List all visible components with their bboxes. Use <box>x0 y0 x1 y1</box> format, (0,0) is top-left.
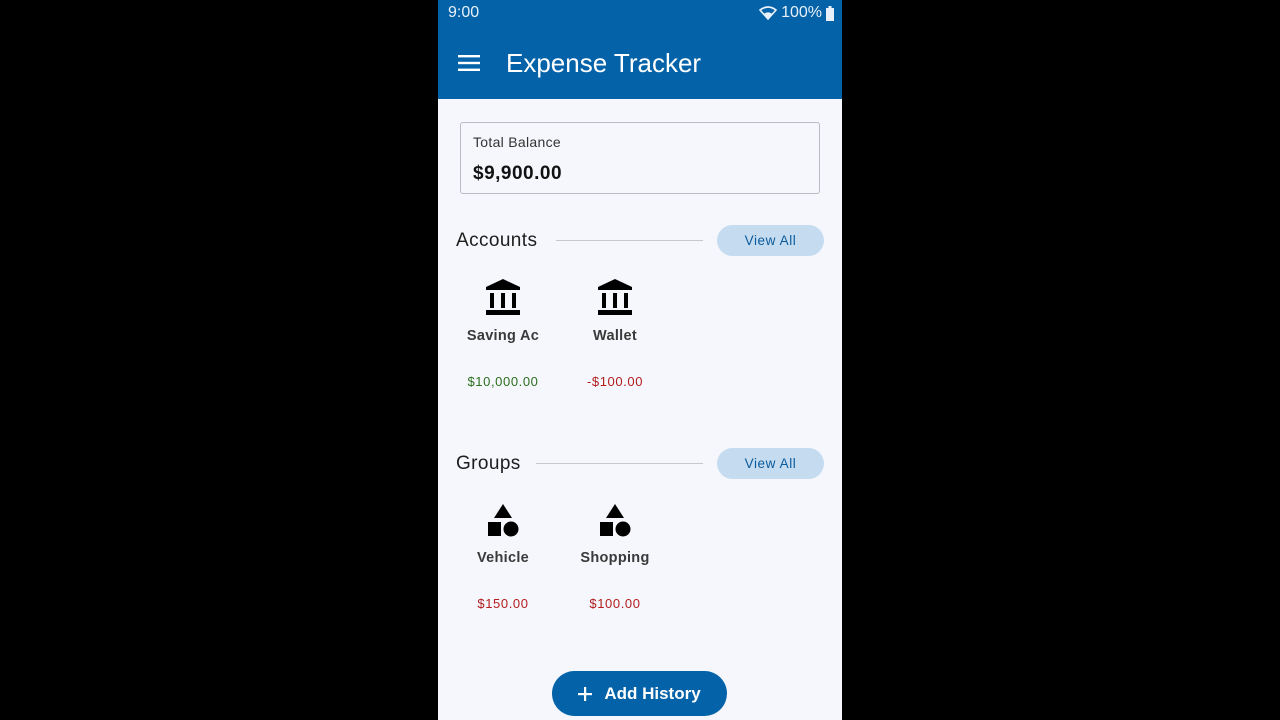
phone-screen: 9:00 100% Expense Tracker Total Balance … <box>438 0 842 720</box>
account-tile-saving[interactable]: Saving Ac $10,000.00 <box>453 279 553 389</box>
account-name: Wallet <box>593 328 637 344</box>
account-amount: -$100.00 <box>586 374 644 389</box>
account-name: Saving Ac <box>466 328 540 344</box>
shapes-icon <box>488 504 519 537</box>
group-amount: $150.00 <box>477 596 529 611</box>
groups-divider <box>536 463 703 464</box>
battery-percent: 100% <box>781 4 822 21</box>
plus-icon <box>578 686 593 701</box>
wifi-icon <box>759 6 778 20</box>
shapes-icon <box>600 504 631 537</box>
hamburger-menu-icon[interactable] <box>458 54 480 72</box>
add-history-button[interactable]: Add History <box>552 671 727 716</box>
total-balance-card: Total Balance $9,900.00 <box>460 122 820 194</box>
bank-icon <box>486 279 520 315</box>
app-bar: Expense Tracker <box>438 26 842 99</box>
accounts-divider <box>556 240 703 241</box>
status-indicators: 100% <box>759 4 834 22</box>
account-tile-wallet[interactable]: Wallet -$100.00 <box>565 279 665 389</box>
total-balance-value: $9,900.00 <box>473 163 563 184</box>
groups-view-all-button[interactable]: View All <box>717 448 824 479</box>
accounts-view-all-button[interactable]: View All <box>717 225 824 256</box>
status-time: 9:00 <box>448 4 480 21</box>
accounts-section-title: Accounts <box>456 230 538 251</box>
add-history-label: Add History <box>604 683 701 703</box>
app-title: Expense Tracker <box>506 48 702 78</box>
group-amount: $100.00 <box>589 596 641 611</box>
total-balance-label: Total Balance <box>473 134 561 150</box>
group-name: Vehicle <box>476 550 530 566</box>
group-tile-shopping[interactable]: Shopping $100.00 <box>565 504 665 611</box>
account-amount: $10,000.00 <box>467 374 539 389</box>
group-tile-vehicle[interactable]: Vehicle $150.00 <box>453 504 553 611</box>
status-bar: 9:00 100% <box>438 0 842 26</box>
bank-icon <box>598 279 632 315</box>
groups-section-title: Groups <box>456 453 521 474</box>
battery-icon <box>826 5 834 21</box>
group-name: Shopping <box>580 550 650 566</box>
